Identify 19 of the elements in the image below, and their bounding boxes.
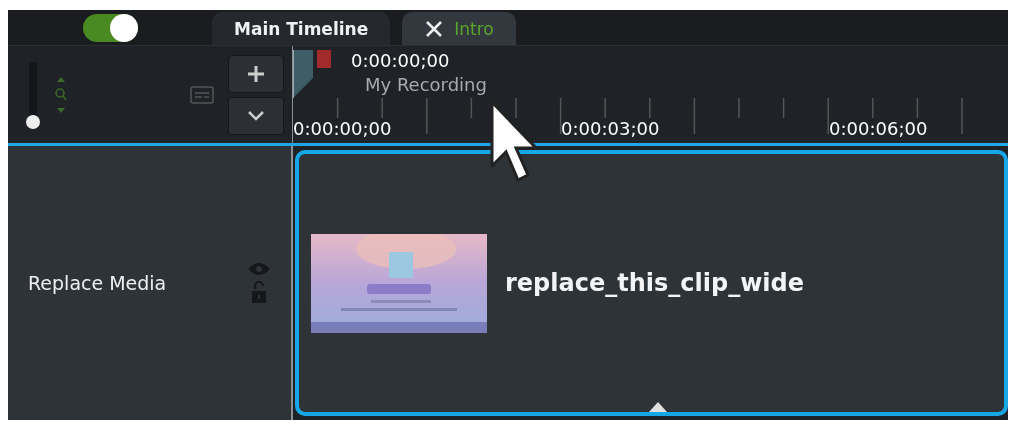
recording-title: My Recording (365, 74, 487, 95)
track-name: Replace Media (28, 272, 168, 294)
ruler-time-label: 0:00:03;00 (561, 118, 661, 139)
toggle-switch[interactable] (82, 13, 138, 42)
expand-button[interactable] (228, 96, 284, 135)
chevron-down-icon (247, 109, 265, 122)
slider-thumb[interactable] (26, 114, 40, 129)
media-clip[interactable]: replace_this_clip_wide (295, 150, 1008, 416)
close-icon[interactable] (424, 18, 445, 39)
clip-name: replace_this_clip_wide (505, 269, 804, 297)
plus-icon (247, 64, 265, 83)
ruler-time-label: 0:00:06;00 (829, 118, 929, 139)
tab[interactable]: Intro (402, 12, 516, 45)
ruler-time-label: 0:00:00;00 (293, 118, 393, 139)
zoom-slider[interactable] (26, 61, 40, 128)
add-track-button[interactable] (228, 54, 284, 93)
playhead-time: 0:00:00;00 (351, 50, 450, 71)
tab[interactable]: Main Timeline (212, 12, 391, 45)
up-arrow-icon[interactable] (649, 402, 667, 412)
